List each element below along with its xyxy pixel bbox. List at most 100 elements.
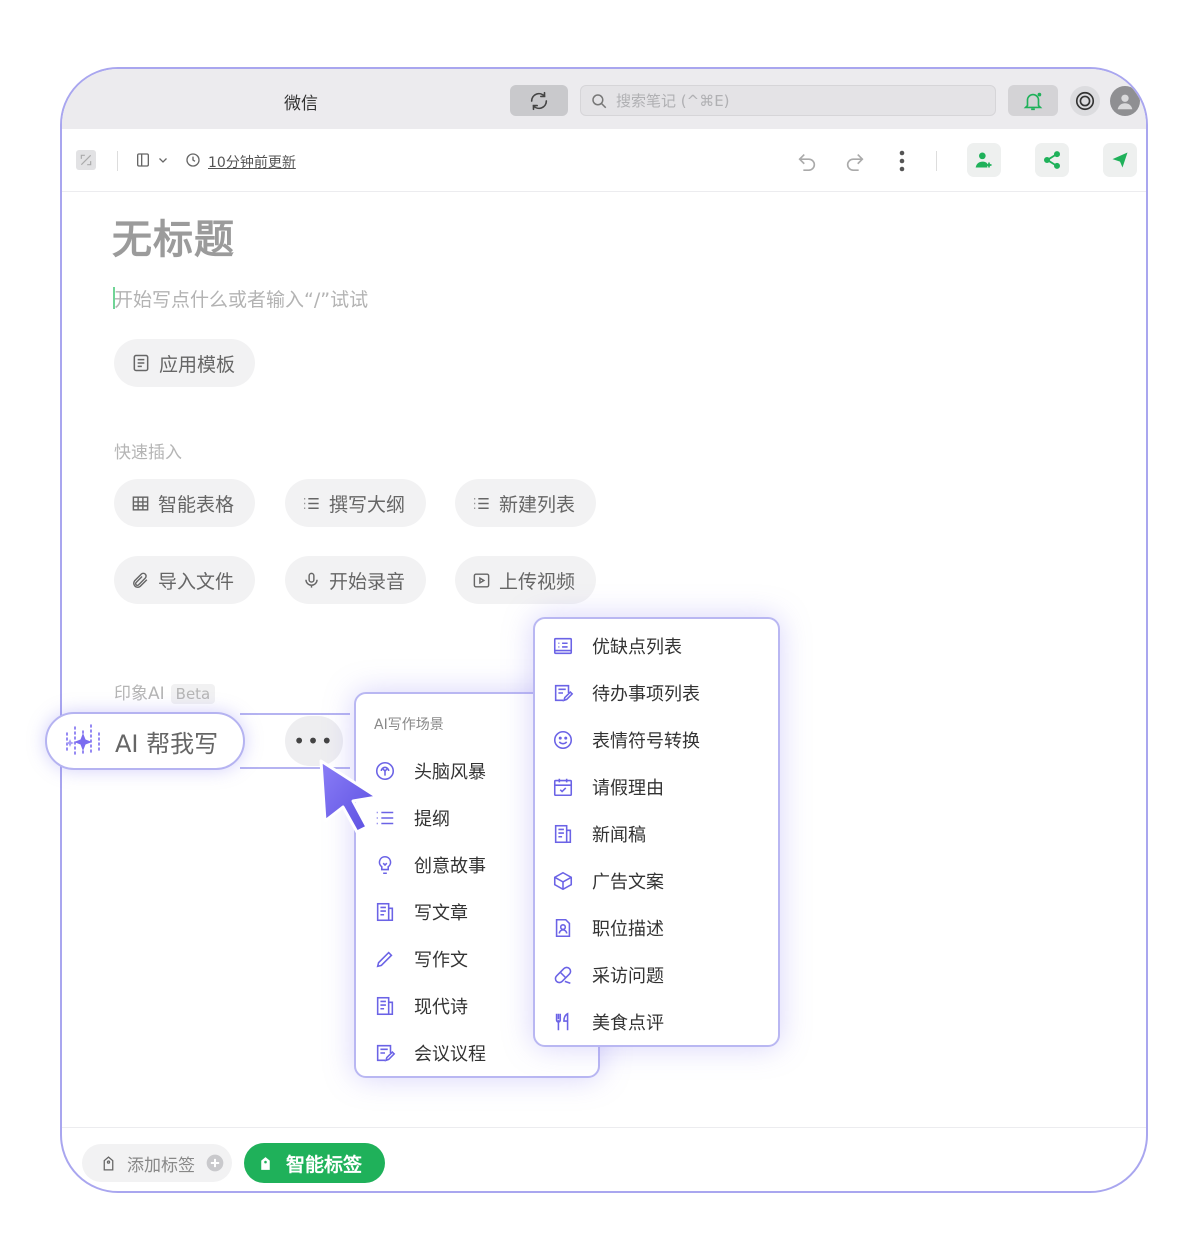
ai-template-submenu: 优缺点列表 待办事项列表 表情符号转换 请假理由 新闻稿 广告文案 职位描述 采… [533, 617, 780, 1047]
submenu-item-leave-reason[interactable]: 请假理由 [552, 767, 664, 807]
submenu-item-label: 采访问题 [592, 966, 664, 987]
article-icon [374, 995, 396, 1017]
new-list-label: 新建列表 [499, 493, 576, 516]
smart-tag-icon [261, 1156, 270, 1170]
paperclip-icon [133, 572, 148, 588]
undo-icon [798, 153, 816, 171]
submenu-item-job-description[interactable]: 职位描述 [552, 908, 664, 948]
ai-section-label: 印象AI Beta [114, 679, 216, 704]
chevron-down-icon [159, 158, 167, 163]
smart-table-button[interactable]: 智能表格 [114, 479, 255, 527]
search-bar[interactable] [580, 85, 996, 116]
sidebar-layout-icon [137, 153, 149, 167]
ai-section-title: 印象AI [114, 684, 165, 704]
apply-template-label: 应用模板 [159, 353, 236, 376]
article-icon [552, 823, 574, 845]
divider [117, 151, 118, 171]
start-recording-button[interactable]: 开始录音 [285, 556, 426, 604]
sync-button[interactable] [510, 85, 568, 116]
import-file-button[interactable]: 导入文件 [114, 556, 255, 604]
video-icon [473, 572, 490, 588]
expand-icon[interactable] [76, 150, 96, 170]
bell-icon [1023, 92, 1043, 110]
ai-sparkle-icon [66, 724, 100, 756]
submenu-item-emoji-convert[interactable]: 表情符号转换 [552, 720, 700, 760]
redo-icon [846, 153, 864, 171]
table-icon [132, 495, 149, 511]
add-tag-label: 添加标签 [127, 1155, 195, 1176]
send-button[interactable] [1103, 143, 1137, 177]
last-updated-link[interactable]: 10分钟前更新 [208, 152, 296, 172]
person-document-icon [552, 917, 574, 939]
mouse-pointer-icon [319, 759, 379, 834]
import-file-label: 导入文件 [158, 570, 235, 593]
submenu-item-ad-copy[interactable]: 广告文案 [552, 861, 664, 901]
invite-collaborator-button[interactable] [967, 143, 1001, 177]
menu-item-meeting-agenda[interactable]: 会议议程 [374, 1033, 486, 1073]
new-list-button[interactable]: 新建列表 [455, 479, 596, 527]
menu-item-label: 创意故事 [414, 856, 486, 877]
avatar-icon [1117, 94, 1133, 110]
box-icon [552, 870, 574, 892]
add-tag-button[interactable]: 添加标签 [82, 1144, 232, 1182]
menu-item-label: 会议议程 [414, 1044, 486, 1065]
send-icon [1112, 152, 1128, 168]
title-bar: 微信 [62, 69, 1146, 129]
submenu-item-pros-cons[interactable]: 优缺点列表 [552, 626, 682, 666]
upload-video-label: 上传视频 [499, 570, 576, 593]
ai-help-write-label: AI 帮我写 [115, 729, 219, 758]
edit-document-icon [552, 682, 574, 704]
scene-menu-heading: AI写作场景 [374, 717, 444, 733]
pencil-icon [374, 948, 396, 970]
search-input[interactable] [614, 90, 978, 111]
smart-tag-button[interactable]: 智能标签 [244, 1143, 385, 1183]
submenu-item-food-review[interactable]: 美食点评 [552, 1002, 664, 1042]
submenu-item-label: 新闻稿 [592, 825, 646, 846]
menu-item-label: 头脑风暴 [414, 762, 486, 783]
redo-button[interactable] [842, 149, 868, 173]
submenu-item-todo-list[interactable]: 待办事项列表 [552, 673, 700, 713]
menu-item-brainstorm[interactable]: 头脑风暴 [374, 751, 486, 791]
template-icon [133, 354, 149, 372]
upload-video-button[interactable]: 上传视频 [455, 556, 596, 604]
smart-tag-label: 智能标签 [286, 1153, 363, 1176]
submenu-item-press-release[interactable]: 新闻稿 [552, 814, 646, 854]
submenu-item-label: 待办事项列表 [592, 684, 700, 705]
emoji-button[interactable] [1070, 86, 1100, 116]
divider [936, 151, 937, 171]
ai-help-write-button[interactable]: AI 帮我写 [45, 712, 245, 770]
more-options-button[interactable] [892, 149, 912, 173]
smile-icon [552, 729, 574, 751]
history-icon [184, 151, 202, 169]
edit-document-icon [374, 1042, 396, 1064]
smile-icon [1075, 91, 1095, 111]
menu-item-creative-story[interactable]: 创意故事 [374, 845, 486, 885]
share-icon [1044, 151, 1060, 169]
submenu-item-label: 请假理由 [592, 778, 664, 799]
menu-item-label: 现代诗 [414, 997, 468, 1018]
menu-item-write-essay[interactable]: 写作文 [374, 939, 468, 979]
undo-button[interactable] [794, 149, 820, 173]
menu-item-modern-poem[interactable]: 现代诗 [374, 986, 468, 1026]
plus-circle-icon [206, 1154, 224, 1172]
write-outline-button[interactable]: 撰写大纲 [285, 479, 426, 527]
editor-toolbar: 10分钟前更新 [62, 129, 1146, 192]
article-icon [374, 901, 396, 923]
apply-template-button[interactable]: 应用模板 [114, 339, 255, 387]
document-title[interactable]: 无标题 [112, 207, 235, 265]
smart-table-label: 智能表格 [158, 493, 235, 516]
tag-icon [103, 1155, 114, 1171]
app-title: 微信 [284, 94, 318, 114]
submenu-item-interview-questions[interactable]: 采访问题 [552, 955, 664, 995]
share-button[interactable] [1035, 143, 1069, 177]
outline-icon [304, 497, 319, 509]
add-user-icon [975, 152, 992, 168]
calendar-check-icon [552, 776, 574, 798]
notifications-button[interactable] [1008, 85, 1058, 116]
avatar[interactable] [1110, 86, 1140, 116]
tag-footer: 添加标签 智能标签 [62, 1127, 1146, 1191]
editor-placeholder[interactable]: 开始写点什么或者输入“/”试试 [114, 285, 368, 312]
layout-dropdown[interactable] [132, 149, 172, 171]
menu-item-write-article[interactable]: 写文章 [374, 892, 468, 932]
search-icon [592, 93, 607, 108]
